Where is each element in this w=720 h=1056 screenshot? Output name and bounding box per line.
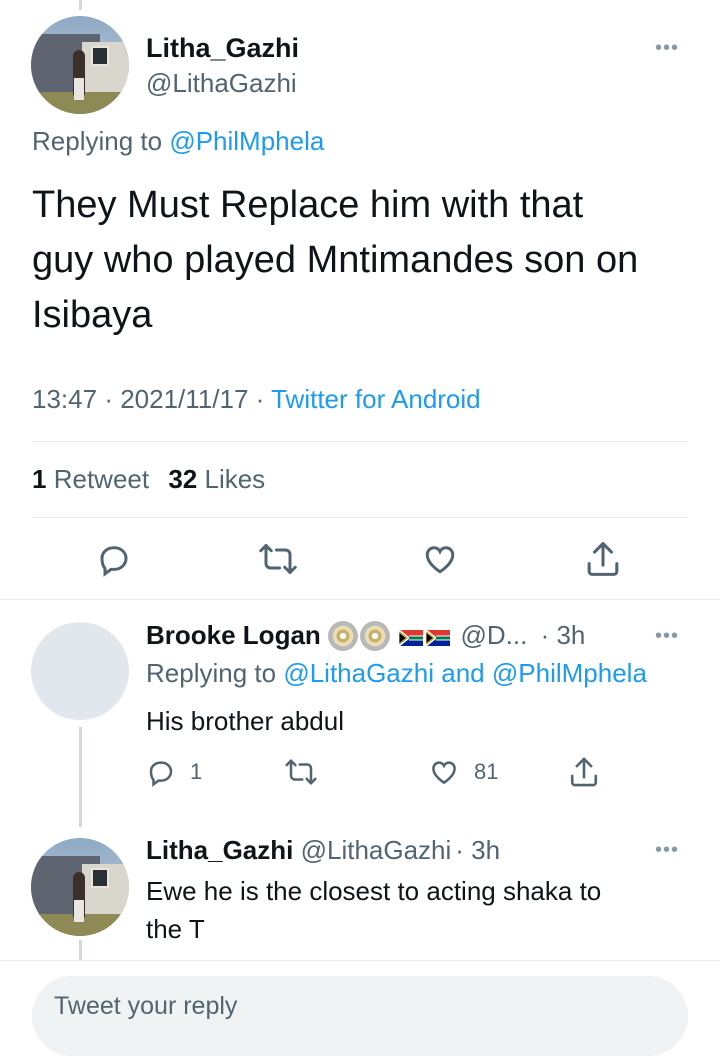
divider xyxy=(0,960,720,961)
divider xyxy=(0,599,720,600)
reply-input-placeholder[interactable]: Tweet your reply xyxy=(54,992,237,1021)
author-name[interactable]: Litha_Gazhi xyxy=(146,835,293,865)
replying-to: Replying to @PhilMphela xyxy=(32,126,325,156)
share-icon[interactable] xyxy=(568,755,600,789)
mention-link[interactable]: @PhilMphela xyxy=(492,658,647,688)
retweet-icon[interactable] xyxy=(284,757,318,787)
author-name[interactable]: Litha_Gazhi xyxy=(146,33,299,64)
reply-icon xyxy=(149,761,173,787)
thread-line xyxy=(79,0,82,10)
reply-header: Brooke Logan @D... · 3h xyxy=(146,620,585,651)
like-icon xyxy=(432,761,456,785)
more-icon[interactable]: ••• xyxy=(655,626,679,646)
reply-button[interactable]: 1 xyxy=(146,757,202,787)
reply-icon[interactable] xyxy=(96,541,132,577)
mention-link[interactable]: @PhilMphela xyxy=(169,126,324,156)
reply-composer[interactable]: Tweet your reply xyxy=(32,976,688,1056)
reply-header: Litha_Gazhi @LithaGazhi · 3h xyxy=(146,835,500,866)
south-africa-flag-icon xyxy=(399,630,424,646)
avatar[interactable] xyxy=(31,838,129,936)
engagement-stats: 1 Retweet 32 Likes xyxy=(32,464,265,495)
retweet-icon[interactable] xyxy=(258,541,298,577)
more-icon[interactable]: ••• xyxy=(655,840,679,860)
author-name[interactable]: Brooke Logan xyxy=(146,620,321,650)
tweet-date: 2021/11/17 xyxy=(120,384,249,414)
like-button[interactable]: 81 xyxy=(428,757,498,787)
like-count: 81 xyxy=(474,759,499,784)
author-handle[interactable]: @D... xyxy=(461,620,528,650)
reply-text: Ewe he is the closest to acting shaka to… xyxy=(146,876,602,944)
mention-link[interactable]: @LithaGazhi xyxy=(283,658,434,688)
divider xyxy=(32,441,688,442)
reply-count: 1 xyxy=(190,759,203,784)
tweet-time[interactable]: · 3h xyxy=(455,835,500,865)
divider xyxy=(32,517,688,518)
reply-text: His brother abdul xyxy=(146,706,344,736)
tweet-time[interactable]: · 3h xyxy=(541,620,586,650)
author-handle[interactable]: @LithaGazhi xyxy=(301,835,452,865)
tweet-time: 13:47 xyxy=(32,384,98,414)
tweet-meta: 13:47 · 2021/11/17 · Twitter for Android xyxy=(32,384,481,414)
author-handle[interactable]: @LithaGazhi xyxy=(146,68,297,99)
thread-line xyxy=(79,940,82,960)
more-icon[interactable]: ••• xyxy=(655,38,679,58)
tweet-text: They Must Replace him with that guy who … xyxy=(32,184,639,336)
replying-to: Replying to @LithaGazhi and @PhilMphela xyxy=(146,658,647,688)
cd-emoji-icon xyxy=(360,621,391,651)
thread-line xyxy=(79,727,82,827)
avatar[interactable] xyxy=(31,16,129,114)
like-stat[interactable]: 32 Likes xyxy=(168,464,265,494)
south-africa-flag-icon xyxy=(426,630,451,646)
cd-emoji-icon xyxy=(328,621,359,651)
retweet-stat[interactable]: 1 Retweet xyxy=(32,464,156,494)
like-icon[interactable] xyxy=(421,541,459,577)
avatar[interactable] xyxy=(31,622,129,720)
share-icon[interactable] xyxy=(584,539,622,579)
tweet-source[interactable]: Twitter for Android xyxy=(271,384,481,414)
